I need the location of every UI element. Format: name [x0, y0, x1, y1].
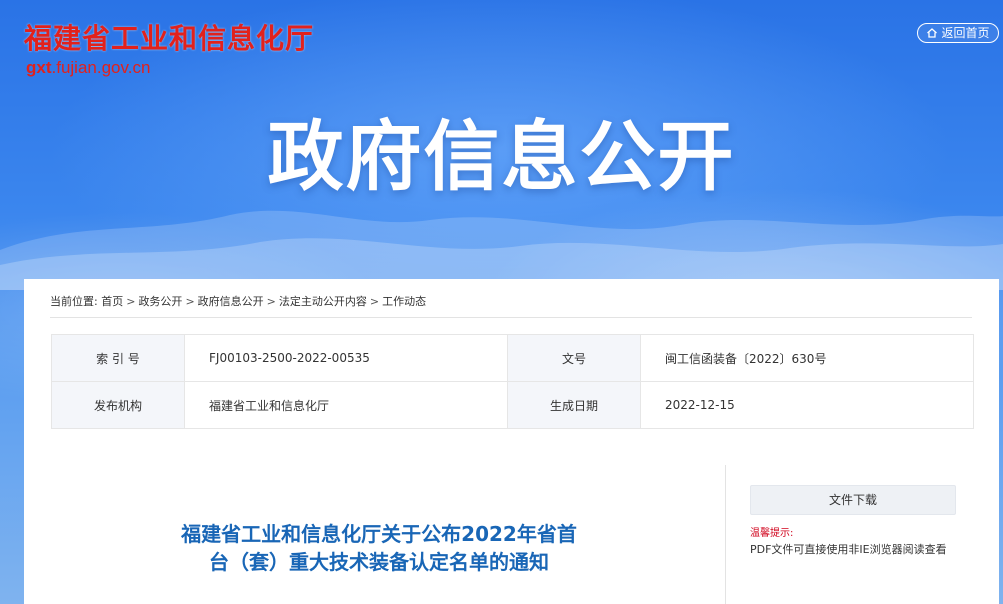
breadcrumb-separator: > — [369, 295, 380, 308]
issuer-label: 发布机构 — [51, 381, 185, 429]
index-label: 索 引 号 — [51, 334, 185, 382]
breadcrumb-separator: > — [266, 295, 276, 308]
breadcrumb-item-home[interactable]: 首页 — [101, 295, 123, 308]
breadcrumb-item-affairs[interactable]: 政务公开 — [138, 295, 182, 308]
home-button[interactable]: 返回首页 — [917, 23, 999, 43]
table-row: 索 引 号 FJ00103-2500-2022-00535 文号 闽工信函装备〔… — [51, 334, 974, 382]
document-info-table: 索 引 号 FJ00103-2500-2022-00535 文号 闽工信函装备〔… — [51, 334, 974, 429]
breadcrumb-item-statutory[interactable]: 法定主动公开内容 — [279, 295, 367, 308]
issuer-value: 福建省工业和信息化厅 — [184, 381, 508, 429]
breadcrumb: 当前位置: 首页 > 政务公开 > 政府信息公开 > 法定主动公开内容 > 工作动态 — [50, 294, 426, 310]
tip-text: PDF文件可直接使用非IE浏览器阅读查看 — [750, 543, 947, 556]
breadcrumb-item-info-disclosure[interactable]: 政府信息公开 — [198, 295, 264, 308]
date-label: 生成日期 — [507, 381, 641, 429]
site-domain: gxt.fujian.gov.cn — [26, 58, 150, 78]
home-icon — [927, 28, 938, 38]
breadcrumb-separator: > — [126, 295, 136, 308]
table-row: 发布机构 福建省工业和信息化厅 生成日期 2022-12-15 — [51, 381, 974, 429]
breadcrumb-separator: > — [185, 295, 195, 308]
site-domain-rest: .fujian.gov.cn — [51, 58, 151, 77]
column-divider — [725, 465, 726, 604]
article-title-line: 福建省工业和信息化厅关于公布2022年省首 — [181, 522, 577, 546]
breadcrumb-divider — [50, 317, 972, 318]
tip-label: 温馨提示: — [750, 528, 794, 539]
article-title-line: 台（套）重大技术装备认定名单的通知 — [209, 550, 549, 574]
index-value: FJ00103-2500-2022-00535 — [184, 334, 508, 382]
site-domain-bold: gxt — [26, 58, 52, 77]
home-button-label: 返回首页 — [941, 26, 990, 40]
breadcrumb-item-work-news[interactable]: 工作动态 — [382, 295, 426, 308]
date-value: 2022-12-15 — [640, 381, 974, 429]
article-title: 福建省工业和信息化厅关于公布2022年省首 台（套）重大技术装备认定名单的通知 — [134, 520, 624, 576]
banner-title: 政府信息公开 — [267, 112, 736, 201]
content-panel: 当前位置: 首页 > 政务公开 > 政府信息公开 > 法定主动公开内容 > 工作动态 索 引 号… — [24, 279, 999, 604]
doc-number-value: 闽工信函装备〔2022〕630号 — [640, 334, 974, 382]
breadcrumb-prefix: 当前位置: — [50, 295, 98, 308]
file-download-button[interactable]: 文件下载 — [750, 485, 956, 515]
doc-number-label: 文号 — [507, 334, 641, 382]
site-logo-text[interactable]: 福建省工业和信息化厅 — [24, 22, 314, 56]
